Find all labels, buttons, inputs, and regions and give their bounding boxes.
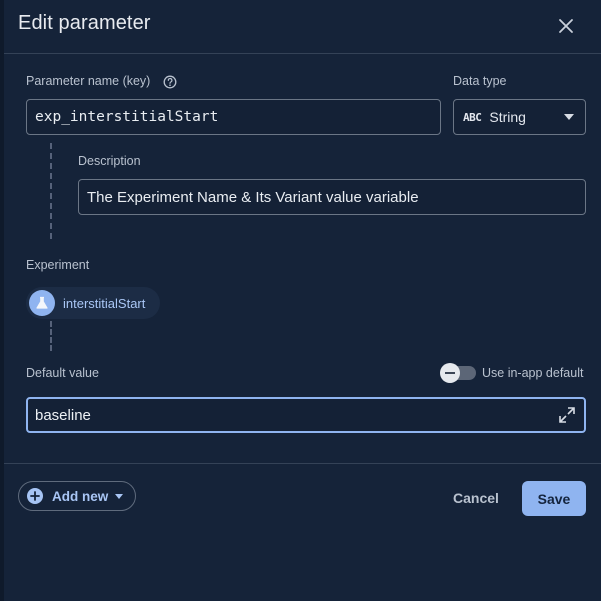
string-type-icon: ABC bbox=[463, 110, 482, 124]
cancel-button[interactable]: Cancel bbox=[444, 482, 508, 514]
connector-line bbox=[50, 143, 52, 239]
data-type-select[interactable]: ABC String bbox=[453, 99, 586, 135]
data-type-value: String bbox=[489, 109, 526, 125]
dialog-title: Edit parameter bbox=[18, 12, 151, 34]
description-label: Description bbox=[78, 154, 141, 168]
default-value-input[interactable]: baseline bbox=[26, 397, 586, 433]
parameter-name-input[interactable]: exp_interstitialStart bbox=[26, 99, 441, 135]
help-icon[interactable] bbox=[163, 75, 177, 89]
flask-icon bbox=[29, 290, 55, 316]
data-type-label: Data type bbox=[453, 74, 507, 88]
use-in-app-default-label: Use in-app default bbox=[482, 366, 584, 380]
use-in-app-default-toggle[interactable] bbox=[440, 363, 476, 383]
dialog-header: Edit parameter bbox=[4, 0, 601, 54]
chevron-down-icon bbox=[115, 493, 124, 499]
experiment-chip-label: interstitialStart bbox=[63, 295, 146, 311]
add-new-label: Add new bbox=[52, 488, 109, 504]
experiment-chip[interactable]: interstitialStart bbox=[26, 287, 160, 319]
description-input[interactable]: The Experiment Name & Its Variant value … bbox=[78, 179, 586, 215]
footer-divider bbox=[4, 463, 601, 464]
parameter-name-label: Parameter name (key) bbox=[26, 74, 151, 88]
default-value-label: Default value bbox=[26, 366, 99, 380]
close-icon bbox=[559, 19, 573, 33]
edit-parameter-dialog: Edit parameter Parameter name (key) Data… bbox=[4, 0, 601, 601]
default-value-text: baseline bbox=[35, 406, 91, 424]
expand-icon[interactable] bbox=[558, 406, 576, 424]
save-button[interactable]: Save bbox=[522, 481, 586, 516]
add-new-button[interactable]: Add new bbox=[18, 481, 136, 511]
chevron-down-icon bbox=[564, 114, 574, 120]
toggle-knob bbox=[440, 363, 460, 383]
close-button[interactable] bbox=[552, 12, 580, 40]
experiment-connector-line bbox=[50, 321, 52, 351]
experiment-label: Experiment bbox=[26, 258, 90, 272]
add-icon bbox=[27, 488, 43, 504]
